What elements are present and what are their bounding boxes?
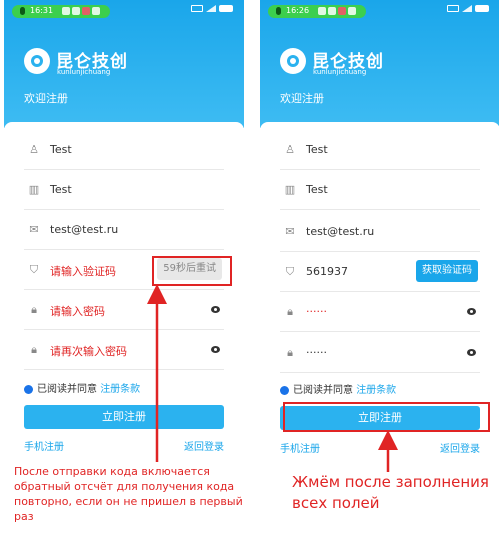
- email-field[interactable]: ✉ test@test.ru: [24, 210, 224, 250]
- phone-register-link[interactable]: 手机注册: [24, 442, 64, 453]
- bottom-links: 手机注册 返回登录: [24, 438, 224, 453]
- mic-icon: [20, 7, 25, 15]
- code-field[interactable]: ⛉ 561937 获取验证码: [280, 252, 480, 292]
- header: 16:26 昆仑技创 kunlunjichuang 欢迎注册: [260, 0, 499, 128]
- user-icon: ♙: [29, 143, 39, 156]
- logo-icon: [280, 48, 306, 74]
- terms-link[interactable]: 注册条款: [356, 385, 396, 396]
- status-time: 16:26: [286, 6, 310, 15]
- building-icon: ▥: [284, 183, 296, 196]
- password-field[interactable]: 🔒︎ 请输入密码: [24, 290, 224, 330]
- password-placeholder: 请输入密码: [50, 305, 105, 318]
- lock-icon: 🔒︎: [31, 303, 37, 316]
- username-field[interactable]: ♙ Test: [24, 130, 224, 170]
- right-annotation-note: Жмём после заполнения всех полей: [292, 473, 489, 512]
- terms-link[interactable]: 注册条款: [100, 384, 140, 395]
- agree-row[interactable]: 已阅读并同意 注册条款: [280, 381, 396, 396]
- password-masked: ······: [306, 305, 327, 318]
- brand-subtitle: kunlunjichuang: [313, 68, 367, 76]
- password-repeat-field[interactable]: 🔒︎ 请再次输入密码: [24, 330, 224, 370]
- get-code-button[interactable]: 获取验证码: [416, 260, 478, 282]
- username-field[interactable]: ♙ Test: [280, 130, 480, 170]
- shield-icon: ⛉: [29, 263, 39, 276]
- left-annotation-note: После отправки кода включается обратный …: [14, 465, 243, 523]
- notification-icons: [62, 7, 104, 15]
- right-phone-screen: 16:26 昆仑技创 kunlunjichuang 欢迎注册 ♙ Test ▥ …: [260, 0, 499, 544]
- register-button[interactable]: 立即注册: [24, 405, 224, 429]
- welcome-text: 欢迎注册: [24, 92, 68, 105]
- agree-text: 已阅读并同意: [37, 384, 97, 395]
- code-value: 561937: [306, 265, 348, 278]
- mail-icon: ✉: [29, 223, 39, 236]
- highlight-register-button: [283, 402, 490, 432]
- bottom-links: 手机注册 返回登录: [280, 440, 480, 455]
- notification-icons: [318, 7, 360, 15]
- eye-icon[interactable]: [467, 349, 476, 356]
- password-repeat-masked: ······: [306, 346, 327, 359]
- header: 16:31 昆仑技创 kunlunjichuang 欢迎注册: [4, 0, 244, 128]
- company-field[interactable]: ▥ Test: [24, 170, 224, 210]
- username-value: Test: [50, 143, 72, 156]
- status-bar: 16:26: [260, 0, 499, 22]
- shield-icon: ⛉: [285, 265, 295, 278]
- eye-icon[interactable]: [467, 308, 476, 315]
- logo-icon: [24, 48, 50, 74]
- agree-row[interactable]: 已阅读并同意 注册条款: [24, 380, 140, 395]
- eye-icon[interactable]: [211, 346, 220, 353]
- phone-register-link[interactable]: 手机注册: [280, 444, 320, 455]
- system-icons: [447, 4, 492, 13]
- password-field[interactable]: 🔒︎ ······: [280, 292, 480, 332]
- company-value: Test: [306, 183, 328, 196]
- check-icon[interactable]: [24, 384, 33, 394]
- agree-text: 已阅读并同意: [293, 385, 353, 396]
- lock-icon: 🔒︎: [287, 346, 293, 359]
- code-placeholder: 请输入验证码: [50, 265, 116, 278]
- welcome-text: 欢迎注册: [280, 92, 324, 105]
- system-icons: [191, 4, 236, 13]
- email-value: test@test.ru: [306, 225, 375, 238]
- back-login-link[interactable]: 返回登录: [184, 438, 224, 453]
- lock-icon: 🔒︎: [287, 305, 293, 318]
- mail-icon: ✉: [285, 225, 295, 238]
- email-field[interactable]: ✉ test@test.ru: [280, 212, 480, 252]
- back-login-link[interactable]: 返回登录: [440, 440, 480, 455]
- lock-icon: 🔒︎: [31, 343, 37, 356]
- check-icon[interactable]: [280, 385, 289, 395]
- company-field[interactable]: ▥ Test: [280, 170, 480, 210]
- brand-subtitle: kunlunjichuang: [57, 68, 111, 76]
- user-icon: ♙: [285, 143, 295, 156]
- password-repeat-field[interactable]: 🔒︎ ······: [280, 333, 480, 373]
- email-value: test@test.ru: [50, 223, 119, 236]
- mic-icon: [276, 7, 281, 15]
- password-repeat-placeholder: 请再次输入密码: [50, 345, 127, 358]
- status-time: 16:31: [30, 6, 54, 15]
- highlight-resend-button: [152, 256, 232, 286]
- company-value: Test: [50, 183, 72, 196]
- building-icon: ▥: [28, 183, 40, 196]
- eye-icon[interactable]: [211, 306, 220, 313]
- status-bar: 16:31: [4, 0, 244, 22]
- username-value: Test: [306, 143, 328, 156]
